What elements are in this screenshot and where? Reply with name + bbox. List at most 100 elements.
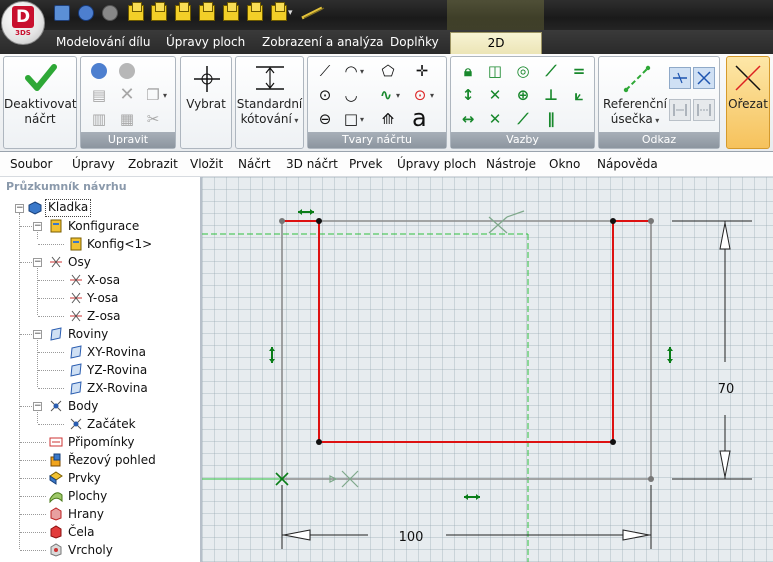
tree-node-yz-rovina[interactable]: YZ-Rovina xyxy=(87,361,147,379)
redo-icon[interactable] xyxy=(119,63,135,79)
parallel-constraint-icon[interactable]: ∥ xyxy=(543,111,559,127)
menu-napoveda[interactable]: Nápověda xyxy=(597,152,658,176)
undo-icon[interactable] xyxy=(78,5,94,21)
tab-zobrazeni-a-analyza[interactable]: Zobrazení a analýza xyxy=(254,30,391,54)
menu-vlozit[interactable]: Vložit xyxy=(190,152,223,176)
tree-node-y-osa[interactable]: Y-osa xyxy=(87,289,118,307)
tab-doplnky[interactable]: Doplňky xyxy=(382,30,447,54)
deactivate-sketch-button[interactable]: Deaktivovat náčrt xyxy=(4,97,77,127)
tree-root-kladka[interactable]: Kladka xyxy=(45,199,92,217)
fix-constraint-icon[interactable]: 🔒︎ xyxy=(460,63,476,79)
horizontal-constraint-marker-top[interactable] xyxy=(298,209,314,215)
menu-soubor[interactable]: Soubor xyxy=(10,152,52,176)
sketch-point[interactable] xyxy=(610,439,616,445)
dimension-dropdown-icon[interactable]: ▾ xyxy=(292,116,298,125)
save-icon[interactable] xyxy=(54,5,70,21)
tree-node-konfig-1[interactable]: Konfig<1> xyxy=(87,235,152,253)
app-logo[interactable]: D 3DS xyxy=(1,1,45,45)
paste-icon[interactable]: ▤ xyxy=(91,87,107,103)
horizontal-dimension-value[interactable]: 100 xyxy=(399,530,424,545)
delete-icon[interactable]: ✕ xyxy=(119,86,135,104)
sketch-point[interactable] xyxy=(316,218,322,224)
vertical-constraint-marker-right[interactable] xyxy=(667,347,673,363)
sketch-point[interactable] xyxy=(316,439,322,445)
horizontal-constraint-marker-bottom[interactable] xyxy=(464,494,480,500)
tab-upravy-ploch[interactable]: Úpravy ploch xyxy=(158,30,253,54)
tree-node-zx-rovina[interactable]: ZX-Rovina xyxy=(87,379,148,397)
vertical-dimension-value[interactable]: 70 xyxy=(718,382,735,397)
view-cube-5-icon[interactable] xyxy=(223,2,239,21)
menu-okno[interactable]: Okno xyxy=(549,152,580,176)
intersection-constraint-icon[interactable]: ✕ xyxy=(487,111,503,127)
angle-constraint-icon[interactable]: ⟋ xyxy=(515,111,531,127)
tree-node-xy-rovina[interactable]: XY-Rovina xyxy=(87,343,146,361)
ellipse-icon[interactable]: ⊙ xyxy=(412,87,428,103)
tree-node-rezovy-pohled[interactable]: Řezový pohled xyxy=(68,451,156,469)
reference-line-button[interactable]: Referenční úsečka ▾ xyxy=(599,97,671,128)
copy-icon[interactable]: ❐ xyxy=(145,87,161,103)
tree-expander-roviny[interactable]: − xyxy=(33,330,42,339)
tree-node-cela[interactable]: Čela xyxy=(68,523,94,541)
view-cube-3-icon[interactable] xyxy=(175,2,191,21)
three-point-arc-icon[interactable]: ◡ xyxy=(343,87,359,103)
collinear-constraint-icon[interactable]: ⟋ xyxy=(543,63,559,79)
sketch-point[interactable] xyxy=(279,218,285,224)
slot-icon[interactable]: ⊖ xyxy=(317,111,333,127)
standard-dimension-button[interactable]: Standardní kótování ▾ xyxy=(236,97,303,128)
redo-icon[interactable] xyxy=(102,5,118,21)
tangent-constraint-icon[interactable]: ⟀ xyxy=(571,87,587,103)
tree-node-zacatek[interactable]: Začátek xyxy=(87,415,136,433)
tree-expander-body[interactable]: − xyxy=(33,402,42,411)
rectangle-icon[interactable]: □ xyxy=(343,111,359,127)
vertical-dimension[interactable] xyxy=(672,220,752,480)
view-cube-7-icon[interactable] xyxy=(271,2,287,21)
sketch-profile[interactable] xyxy=(282,220,651,443)
menu-upravy-ploch[interactable]: Úpravy ploch xyxy=(397,152,476,176)
menu-nacrt[interactable]: Náčrt xyxy=(238,152,271,176)
horizontal-constraint-icon[interactable]: ↔ xyxy=(460,111,476,127)
tab-2d-nacrtavani[interactable]: 2D načrtávání xyxy=(450,32,542,71)
line-icon[interactable]: ⟋ xyxy=(317,63,333,79)
menu-prvek[interactable]: Prvek xyxy=(349,152,382,176)
pencil-ruler-icon[interactable] xyxy=(300,6,326,20)
sketch-point[interactable] xyxy=(648,218,654,224)
undo-icon[interactable] xyxy=(91,63,107,79)
tree-node-x-osa[interactable]: X-osa xyxy=(87,271,120,289)
project-edges-icon[interactable] xyxy=(693,67,715,89)
symmetric-constraint-icon[interactable]: ⊕ xyxy=(515,87,531,103)
arc-dropdown-icon[interactable]: ▾ xyxy=(360,67,364,76)
offset-icon[interactable]: ⟰ xyxy=(380,111,396,127)
sketch-point[interactable] xyxy=(610,218,616,224)
tab-modelovani-dilu[interactable]: Modelování dílu xyxy=(48,30,158,54)
midpoint-constraint-icon[interactable]: ✕ xyxy=(487,87,503,103)
copy-dropdown-icon[interactable]: ▾ xyxy=(163,91,167,100)
vertical-constraint-marker-left[interactable] xyxy=(269,347,275,363)
tree-node-konfigurace[interactable]: Konfigurace xyxy=(68,217,139,235)
project-entity-icon[interactable] xyxy=(669,67,691,89)
sketch-point[interactable] xyxy=(648,476,654,482)
ellipse-dropdown-icon[interactable]: ▾ xyxy=(430,91,434,100)
tree-expander-osy[interactable]: − xyxy=(33,258,42,267)
arc-icon[interactable]: ◠ xyxy=(343,63,359,79)
vertical-constraint-icon[interactable]: ↕ xyxy=(460,87,476,103)
text-tool-button[interactable]: a xyxy=(412,105,427,131)
intersect-entity-icon[interactable] xyxy=(693,99,715,121)
quick-access-dropdown-icon[interactable]: ▾ xyxy=(288,8,293,18)
tree-node-z-osa[interactable]: Z-osa xyxy=(87,307,121,325)
view-cube-2-icon[interactable] xyxy=(151,2,167,21)
tree-node-osy[interactable]: Osy xyxy=(68,253,91,271)
tree-expander-konfigurace[interactable]: − xyxy=(33,222,42,231)
tree-node-prvky[interactable]: Prvky xyxy=(68,469,101,487)
tree-node-pripominky[interactable]: Připomínky xyxy=(68,433,135,451)
horizontal-dimension[interactable] xyxy=(281,485,652,549)
tree-node-body[interactable]: Body xyxy=(68,397,98,415)
tree-node-plochy[interactable]: Plochy xyxy=(68,487,107,505)
coincident-constraint-icon[interactable]: ◫ xyxy=(487,63,503,79)
tree-expander-root[interactable]: − xyxy=(15,204,24,213)
cut-icon[interactable]: ✂ xyxy=(145,111,161,127)
concentric-constraint-icon[interactable]: ◎ xyxy=(515,63,531,79)
tree-node-hrany[interactable]: Hrany xyxy=(68,505,104,523)
construction-rectangle[interactable] xyxy=(281,220,652,480)
sketch-svg[interactable]: 100 70 xyxy=(202,177,773,562)
copy-format-icon[interactable]: ▥ xyxy=(91,111,107,127)
